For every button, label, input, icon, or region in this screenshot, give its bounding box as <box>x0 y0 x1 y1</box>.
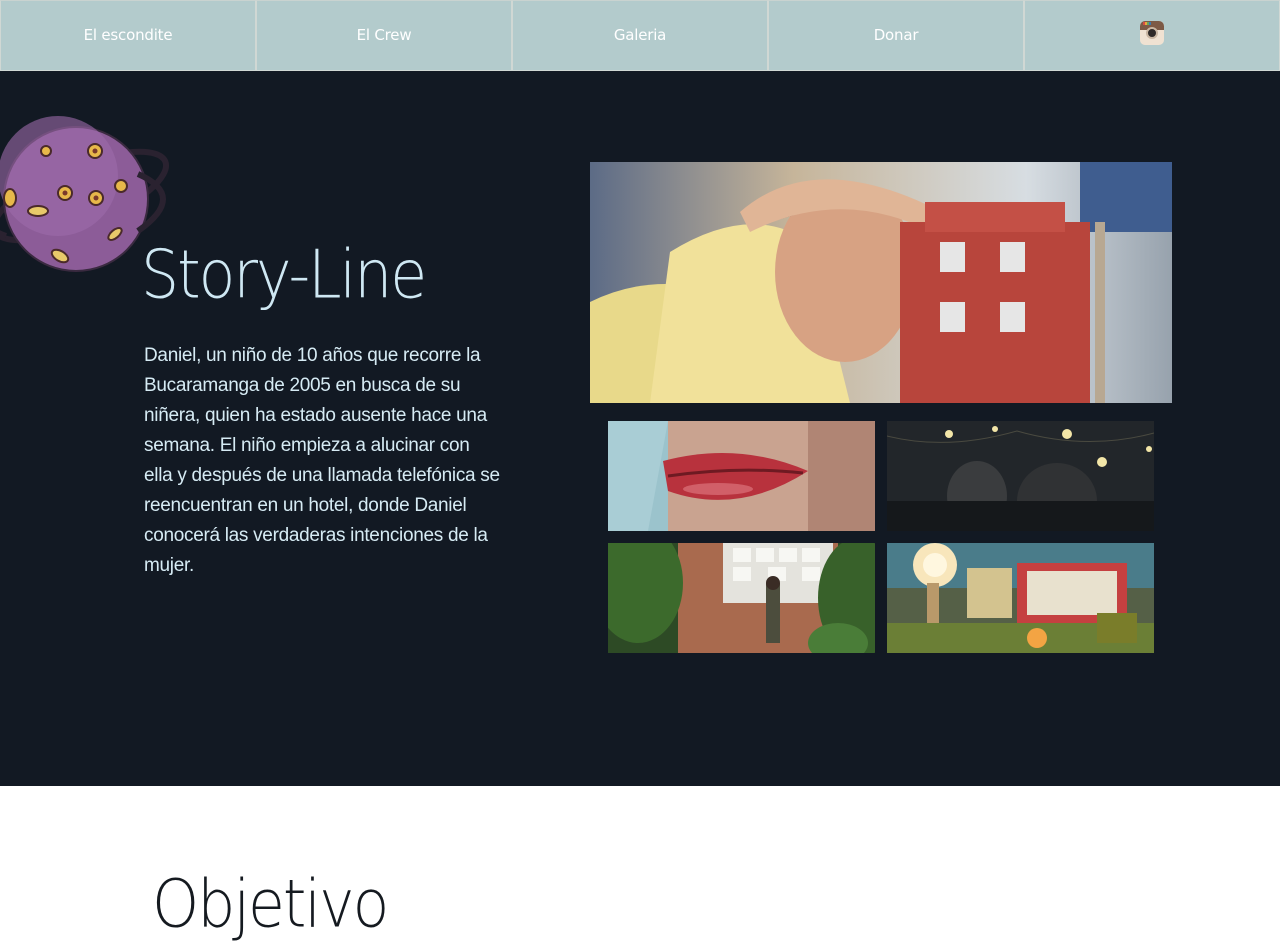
nav-item-el-escondite[interactable]: El escondite <box>0 0 256 71</box>
main-still-boy-image[interactable] <box>590 162 1172 403</box>
nav-item-label: Galeria <box>613 25 667 44</box>
objetivo-title: Objetivo <box>152 866 389 943</box>
nav-item-galeria[interactable]: Galeria <box>512 0 768 71</box>
nav-item-label: El escondite <box>83 25 173 44</box>
nav-item-label: El Crew <box>356 25 412 44</box>
still-silhouettes-lights-image[interactable] <box>887 421 1154 531</box>
instagram-icon <box>1140 20 1164 45</box>
story-line-section: Story-Line Daniel, un niño de 10 años qu… <box>0 71 1280 786</box>
top-navigation: El escondite El Crew Galeria Donar <box>0 0 1280 71</box>
nav-item-instagram[interactable] <box>1024 0 1280 71</box>
still-lips-image[interactable] <box>608 421 875 531</box>
nav-item-el-crew[interactable]: El Crew <box>256 0 512 71</box>
nav-item-donar[interactable]: Donar <box>768 0 1024 71</box>
still-wall-boy-image[interactable] <box>608 543 875 653</box>
story-line-description: Daniel, un niño de 10 años que recorre l… <box>144 345 500 576</box>
story-line-title: Story-Line <box>141 236 427 315</box>
nav-item-label: Donar <box>873 25 919 44</box>
still-games-table-image[interactable] <box>887 543 1154 653</box>
